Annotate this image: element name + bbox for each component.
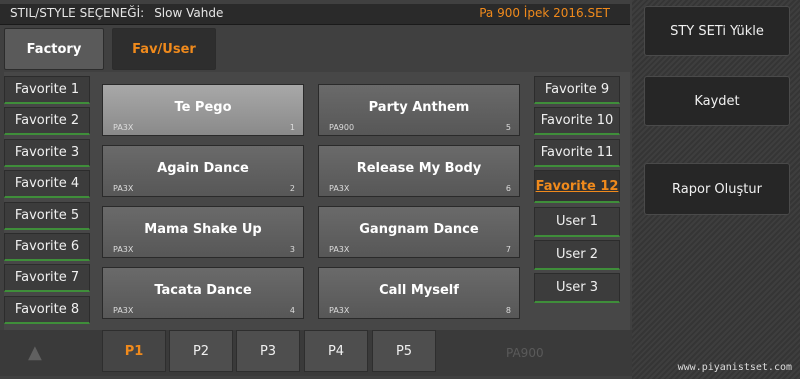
slot-kind: PA3X <box>329 245 350 254</box>
favorite-3-button[interactable]: Favorite 3 <box>4 138 90 167</box>
set-file-name: Pa 900 İpek 2016.SET <box>479 6 610 20</box>
style-slot-8[interactable]: Call Myself PA3X 8 <box>318 267 520 319</box>
title-bar: STIL/STYLE SEÇENEĞİ: Slow Vahde Pa 900 İp… <box>0 4 630 25</box>
slot-name: Gangnam Dance <box>359 222 479 237</box>
style-screen: STIL/STYLE SEÇENEĞİ: Slow Vahde Pa 900 İp… <box>0 0 632 379</box>
slot-name: Call Myself <box>379 283 459 298</box>
page-p4-button[interactable]: P4 <box>304 330 368 372</box>
sidebar: STY SETi Yükle Kaydet Rapor Oluştur www.… <box>632 0 800 379</box>
slot-number: 8 <box>505 306 511 315</box>
slot-number: 7 <box>505 245 511 254</box>
genre-icon: ▲ <box>28 342 42 363</box>
page-p5-button[interactable]: P5 <box>372 330 436 372</box>
slot-name: Party Anthem <box>368 100 470 115</box>
slot-number: 4 <box>289 306 295 315</box>
style-slot-7[interactable]: Gangnam Dance PA3X 7 <box>318 206 520 258</box>
user-1-button[interactable]: User 1 <box>534 206 620 237</box>
favorite-4-button[interactable]: Favorite 4 <box>4 170 90 199</box>
slot-name: Again Dance <box>157 161 249 176</box>
style-slot-2[interactable]: Again Dance PA3X 2 <box>102 145 304 197</box>
user-3-button[interactable]: User 3 <box>534 273 620 304</box>
favorite-7-button[interactable]: Favorite 7 <box>4 264 90 293</box>
slot-kind: PA3X <box>113 245 134 254</box>
create-report-button[interactable]: Rapor Oluştur <box>644 163 790 215</box>
favorite-9-button[interactable]: Favorite 9 <box>534 76 620 104</box>
slot-number: 2 <box>289 184 295 193</box>
style-slot-6[interactable]: Release My Body PA3X 6 <box>318 145 520 197</box>
page-p3-button[interactable]: P3 <box>236 330 300 372</box>
favorite-11-button[interactable]: Favorite 11 <box>534 138 620 167</box>
favorite-10-button[interactable]: Favorite 10 <box>534 107 620 136</box>
page-p1-button[interactable]: P1 <box>102 330 166 372</box>
slot-number: 5 <box>505 123 511 132</box>
slot-number: 3 <box>289 245 295 254</box>
favorite-5-button[interactable]: Favorite 5 <box>4 201 90 230</box>
save-button[interactable]: Kaydet <box>644 76 790 126</box>
page-p2-button[interactable]: P2 <box>169 330 233 372</box>
slot-kind: PA900 <box>329 123 355 132</box>
page-bar: ▲ P1 P2 P3 P4 P5 PA900 <box>0 330 632 376</box>
style-slot-grid: Te Pego PA3X 1 Party Anthem PA900 5 Agai… <box>100 82 524 328</box>
slot-kind: PA3X <box>113 123 134 132</box>
title-label: STIL/STYLE SEÇENEĞİ: <box>10 6 145 20</box>
slot-kind: PA3X <box>329 306 350 315</box>
slot-name: Release My Body <box>356 161 482 176</box>
slot-number: 1 <box>289 123 295 132</box>
slot-kind: PA3X <box>113 184 134 193</box>
load-sty-set-button[interactable]: STY SETi Yükle <box>644 6 790 56</box>
website-footer: www.piyanistset.com <box>677 362 792 373</box>
favorite-2-button[interactable]: Favorite 2 <box>4 107 90 136</box>
style-slot-4[interactable]: Tacata Dance PA3X 4 <box>102 267 304 319</box>
slot-kind: PA3X <box>113 306 134 315</box>
style-name: Slow Vahde <box>154 6 224 20</box>
favorite-1-button[interactable]: Favorite 1 <box>4 76 90 104</box>
favorite-8-button[interactable]: Favorite 8 <box>4 295 90 324</box>
favorite-12-button[interactable]: Favorite 12 <box>534 170 620 204</box>
slot-name: Mama Shake Up <box>144 222 262 237</box>
favorite-6-button[interactable]: Favorite 6 <box>4 232 90 261</box>
slot-name: Te Pego <box>174 100 232 115</box>
slot-number: 6 <box>505 184 511 193</box>
left-favorite-list: Favorite 1 Favorite 2 Favorite 3 Favorit… <box>4 76 90 327</box>
tab-fav-user[interactable]: Fav/User <box>112 28 216 70</box>
user-2-button[interactable]: User 2 <box>534 239 620 270</box>
slot-name: Tacata Dance <box>154 283 252 298</box>
style-slot-3[interactable]: Mama Shake Up PA3X 3 <box>102 206 304 258</box>
slot-kind: PA3X <box>329 184 350 193</box>
model-label: PA900 <box>506 346 544 360</box>
style-slot-5[interactable]: Party Anthem PA900 5 <box>318 84 520 136</box>
style-slot-1[interactable]: Te Pego PA3X 1 <box>102 84 304 136</box>
tab-factory[interactable]: Factory <box>4 28 104 70</box>
right-bank-list: Favorite 9 Favorite 10 Favorite 11 Favor… <box>534 76 620 307</box>
